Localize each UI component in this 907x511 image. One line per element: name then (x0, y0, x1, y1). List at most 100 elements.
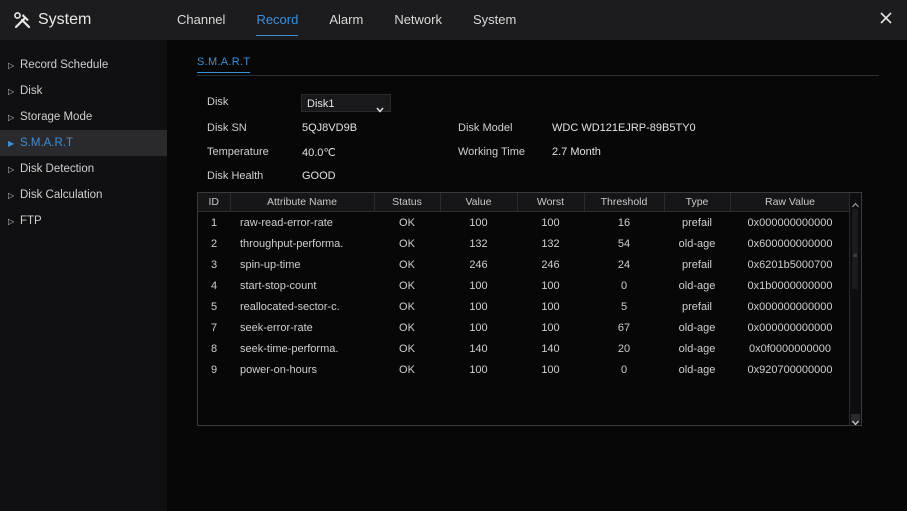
cell-threshold: 54 (617, 237, 631, 250)
cell-id: 9 (210, 363, 218, 376)
triangle-right-icon: ▷ (8, 87, 15, 96)
disk-sn-label: Disk SN (207, 122, 247, 134)
sidebar-item-label: Disk Detection (20, 163, 95, 175)
cell-status: OK (399, 237, 415, 250)
table-row: 3 spin-up-time OK 246 246 24 prefail 0x6… (198, 254, 850, 275)
cell-raw-value: 0x000000000000 (747, 216, 833, 229)
cell-raw-value: 0x6201b5000700 (747, 258, 833, 271)
cell-attribute: spin-up-time (240, 258, 301, 271)
cell-raw-value: 0x600000000000 (747, 237, 833, 250)
sidebar-item-record-schedule[interactable]: ▷ Record Schedule (0, 52, 167, 78)
tools-icon (14, 11, 31, 29)
cell-threshold: 20 (617, 342, 631, 355)
tab-system[interactable]: System (473, 0, 516, 40)
table-row: 4 start-stop-count OK 100 100 0 old-age … (198, 275, 850, 296)
cell-type: prefail (682, 300, 712, 313)
sidebar-item-disk[interactable]: ▷ Disk (0, 78, 167, 104)
sidebar-item-label: Record Schedule (20, 59, 109, 71)
tab-record[interactable]: Record (256, 0, 298, 40)
cell-id: 7 (210, 321, 218, 334)
scroll-down-icon[interactable] (851, 414, 860, 425)
sidebar-item-label: Storage Mode (20, 111, 93, 123)
column-header: Value (440, 193, 518, 212)
tab-channel[interactable]: Channel (177, 0, 225, 40)
cell-raw-value: 0x1b0000000000 (747, 279, 833, 292)
table-row: 2 throughput-performa. OK 132 132 54 old… (198, 233, 850, 254)
smart-table: ID Attribute Name Status Value Worst Thr… (197, 192, 862, 426)
table-row: 8 seek-time-performa. OK 140 140 20 old-… (198, 338, 850, 359)
cell-value: 100 (469, 216, 488, 229)
triangle-right-icon: ▷ (8, 217, 15, 226)
cell-worst: 100 (541, 321, 560, 334)
cell-threshold: 5 (620, 300, 628, 313)
cell-id: 3 (210, 258, 218, 271)
tab-alarm[interactable]: Alarm (329, 0, 363, 40)
cell-threshold: 67 (617, 321, 631, 334)
subtab-smart[interactable]: S.M.A.R.T (197, 56, 251, 73)
cell-threshold: 0 (620, 363, 628, 376)
column-header: Worst (517, 193, 585, 212)
top-bar: System Channel Record Alarm Network Syst… (0, 0, 907, 40)
cell-worst: 100 (541, 216, 560, 229)
grip-icon: ≡ (853, 253, 858, 260)
tab-network[interactable]: Network (394, 0, 442, 40)
cell-type: prefail (682, 258, 712, 271)
cell-status: OK (399, 279, 415, 292)
column-header: ID (198, 193, 231, 212)
cell-type: old-age (678, 321, 716, 334)
cell-value: 246 (469, 258, 488, 271)
cell-raw-value: 0x000000000000 (747, 321, 833, 334)
disk-model-value: WDC WD121EJRP-89B5TY0 (552, 122, 696, 134)
cell-attribute: raw-read-error-rate (240, 216, 333, 229)
sidebar-item-disk-calculation[interactable]: ▷ Disk Calculation (0, 182, 167, 208)
cell-threshold: 16 (617, 216, 631, 229)
cell-status: OK (399, 321, 415, 334)
sidebar-item-label: S.M.A.R.T (20, 137, 74, 149)
cell-status: OK (399, 300, 415, 313)
sidebar-item-storage-mode[interactable]: ▷ Storage Mode (0, 104, 167, 130)
cell-worst: 100 (541, 279, 560, 292)
cell-attribute: throughput-performa. (240, 237, 344, 250)
chevron-down-icon (376, 101, 384, 119)
main-tabs: Channel Record Alarm Network System (177, 0, 547, 40)
cell-raw-value: 0x0f0000000000 (749, 342, 831, 355)
disk-select[interactable]: Disk1 (301, 94, 391, 113)
table-row: 1 raw-read-error-rate OK 100 100 16 pref… (198, 212, 850, 234)
app-title-text: System (38, 11, 92, 28)
cell-threshold: 0 (620, 279, 628, 292)
table-row: 7 seek-error-rate OK 100 100 67 old-age … (198, 317, 850, 338)
cell-worst: 132 (541, 237, 560, 250)
cell-raw-value: 0x920700000000 (747, 363, 833, 376)
disk-sn-value: 5QJ8VD9B (302, 122, 358, 134)
cell-attribute: seek-time-performa. (240, 342, 339, 355)
cell-value: 100 (469, 279, 488, 292)
cell-attribute: power-on-hours (240, 363, 318, 376)
cell-worst: 100 (541, 363, 560, 376)
working-time-label: Working Time (458, 146, 526, 158)
sidebar-item-ftp[interactable]: ▷ FTP (0, 208, 167, 234)
cell-worst: 246 (541, 258, 560, 271)
cell-status: OK (399, 363, 415, 376)
triangle-right-icon: ▷ (8, 113, 15, 122)
sidebar-item-label: Disk (20, 85, 43, 97)
triangle-right-icon: ▷ (8, 165, 15, 174)
close-icon[interactable] (877, 9, 895, 27)
sidebar-item-disk-detection[interactable]: ▷ Disk Detection (0, 156, 167, 182)
cell-raw-value: 0x000000000000 (747, 300, 833, 313)
column-header: Threshold (584, 193, 665, 212)
table-scrollbar[interactable]: ≡ (849, 193, 861, 425)
cell-worst: 100 (541, 300, 560, 313)
column-header: Status (374, 193, 441, 212)
cell-attribute: seek-error-rate (240, 321, 313, 334)
sidebar-item-smart[interactable]: ▶ S.M.A.R.T (0, 130, 167, 156)
disk-health-value: GOOD (302, 170, 336, 182)
cell-attribute: start-stop-count (240, 279, 317, 292)
triangle-right-icon: ▶ (8, 139, 15, 148)
working-time-value: 2.7 Month (552, 146, 601, 158)
scrollbar-thumb[interactable] (852, 209, 858, 289)
scroll-up-icon[interactable] (852, 196, 859, 208)
cell-attribute: reallocated-sector-c. (240, 300, 340, 313)
cell-id: 1 (210, 216, 218, 229)
cell-status: OK (399, 216, 415, 229)
cell-worst: 140 (541, 342, 560, 355)
